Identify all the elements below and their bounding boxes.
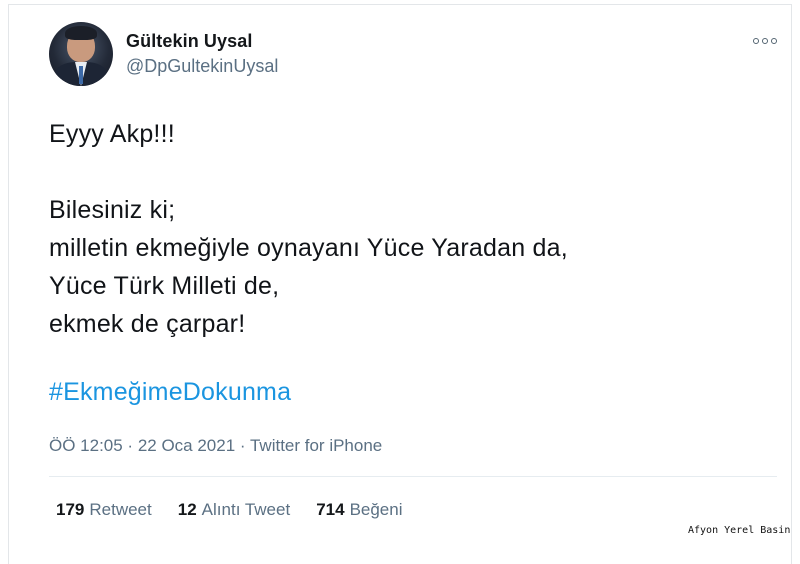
watermark: Afyon Yerel Basin [688, 525, 791, 536]
avatar[interactable] [49, 22, 113, 86]
tweet-line: ekmek de çarpar! [49, 310, 246, 338]
avatar-hair [65, 26, 97, 40]
retweet-label: Retweet [89, 500, 152, 519]
tweet-line: Bilesiniz ki; [49, 196, 176, 224]
user-handle[interactable]: @DpGultekinUysal [126, 56, 278, 77]
like-count: 714 [316, 500, 345, 519]
quote-count: 12 [177, 500, 197, 519]
avatar-tie [79, 66, 83, 84]
tweet-line: milletin ekmeğiyle oynayanı Yüce Yaradan… [49, 234, 568, 262]
tweet-stats: 179 Retweet 12 Alıntı Tweet 714 Beğeni [56, 500, 429, 520]
tweet-card: Gültekin Uysal @DpGultekinUysal Eyyy Akp… [8, 4, 792, 564]
retweet-count: 179 [56, 500, 85, 519]
user-name[interactable]: Gültekin Uysal [126, 31, 252, 52]
retweet-stat[interactable]: 179 Retweet [56, 500, 152, 520]
hashtag-link[interactable]: #EkmeğimeDokunma [49, 378, 291, 407]
more-dot [771, 38, 777, 44]
tweet-line: Eyyy Akp!!! [49, 120, 175, 148]
like-label: Beğeni [349, 500, 403, 519]
more-dot [762, 38, 768, 44]
tweet-timestamp[interactable]: ÖÖ 12:05 · 22 Oca 2021 · Twitter for iPh… [49, 436, 382, 456]
quote-stat[interactable]: 12 Alıntı Tweet [178, 500, 290, 520]
like-stat[interactable]: 714 Beğeni [316, 500, 402, 520]
tweet-text: Eyyy Akp!!! Bilesiniz ki; milletin ekmeğ… [49, 115, 568, 343]
divider [49, 476, 777, 477]
more-dot [753, 38, 759, 44]
more-options-icon[interactable] [753, 35, 777, 47]
tweet-line: Yüce Türk Milleti de, [49, 272, 280, 300]
quote-label: Alıntı Tweet [201, 500, 291, 519]
